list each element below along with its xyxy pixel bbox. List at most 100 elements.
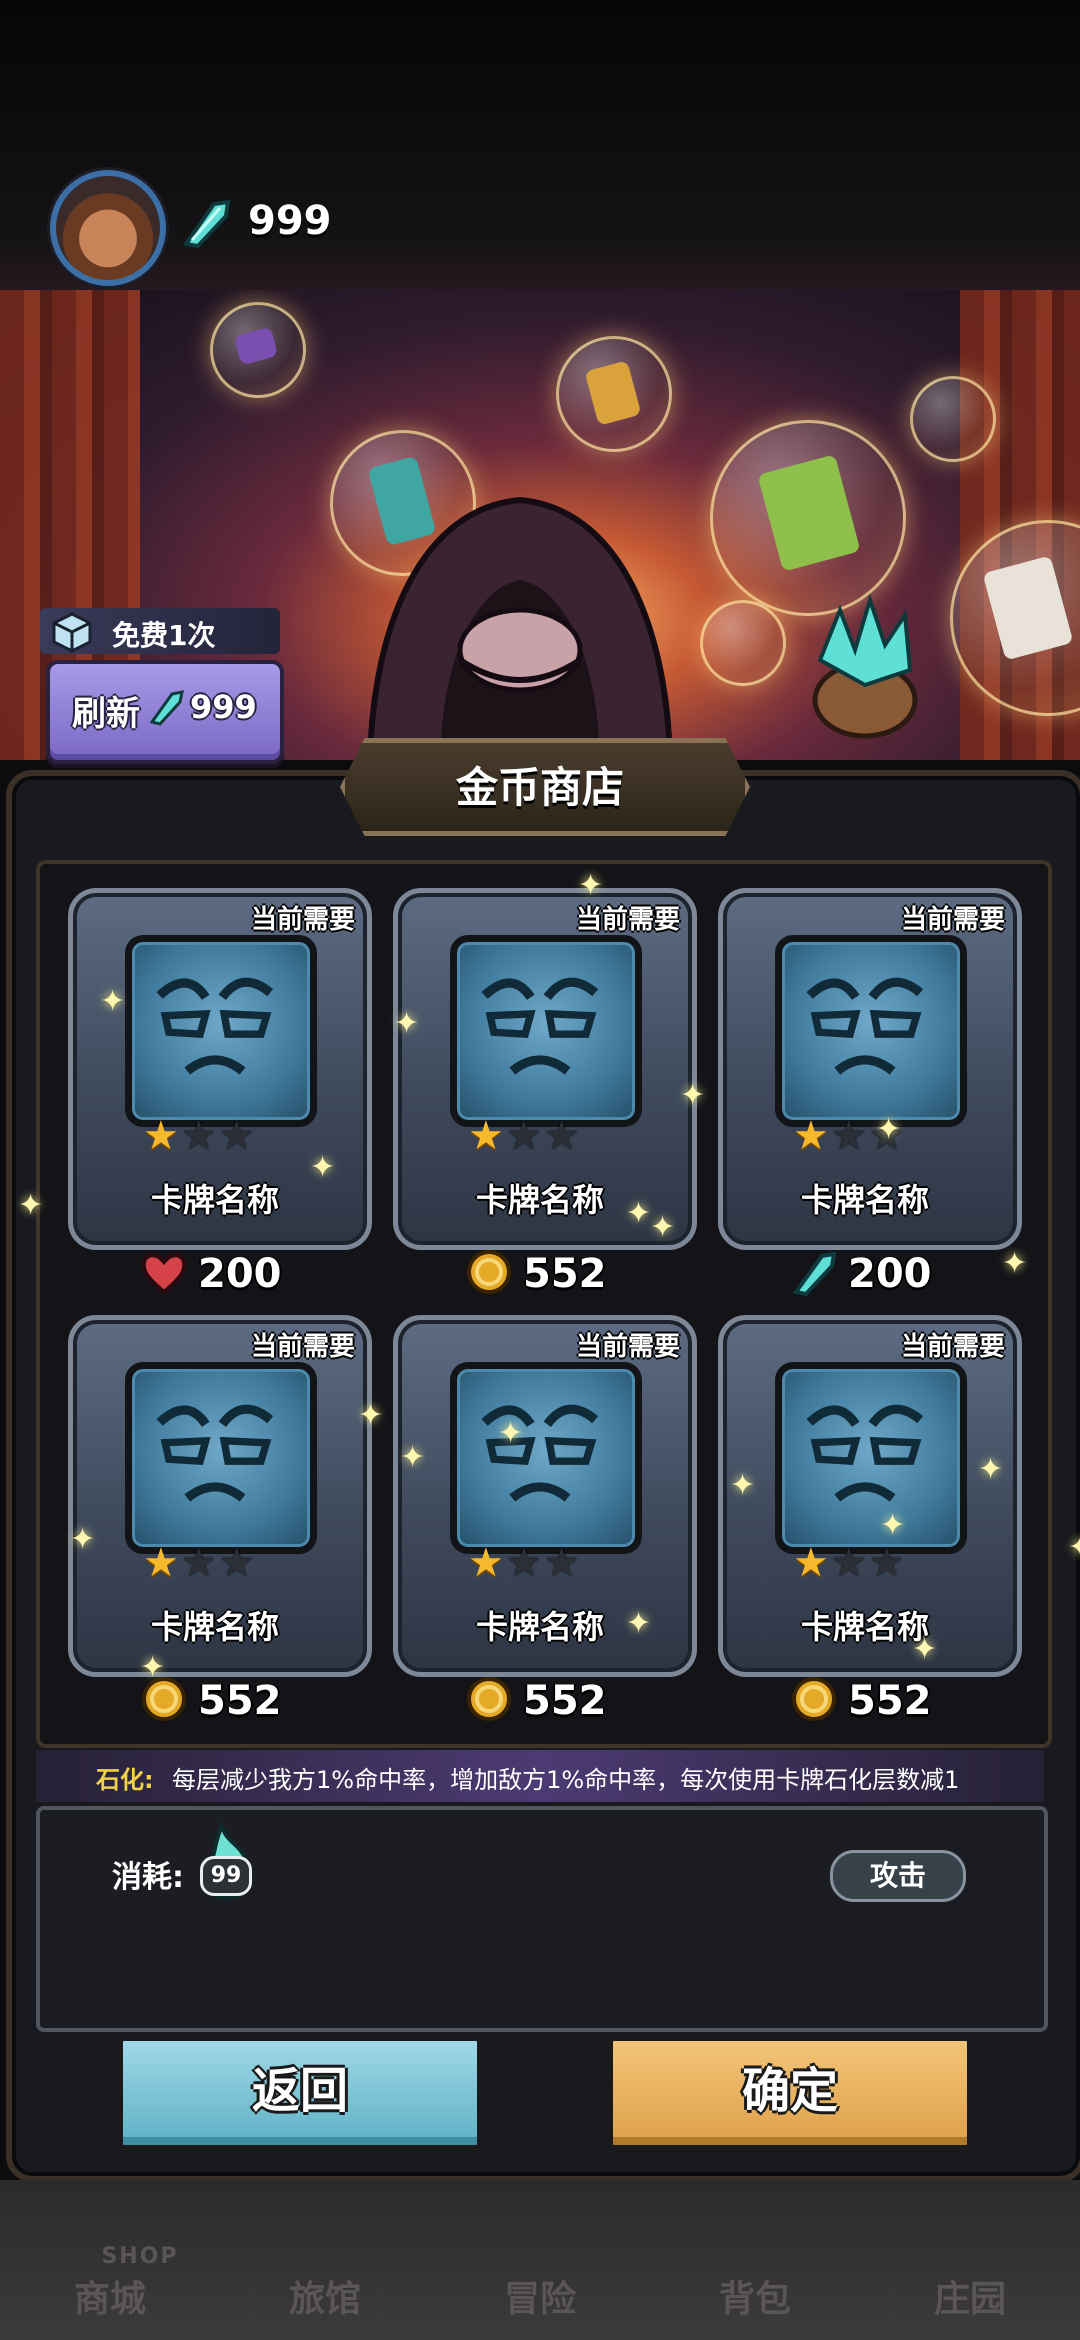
cost-box xyxy=(36,1806,1048,2032)
sparkle-icon: ✦ xyxy=(1068,1530,1080,1565)
sparkle-icon: ✦ xyxy=(730,1468,756,1503)
sparkle-icon: ✦ xyxy=(358,1398,384,1433)
crystal-bag-icon xyxy=(812,593,918,739)
refresh-cube-icon xyxy=(52,612,92,653)
effect-keyword: 石化: xyxy=(96,1766,154,1794)
star-empty-icon: ★ xyxy=(180,1113,219,1159)
nav-item-adventure[interactable]: 冒险 xyxy=(460,2270,620,2322)
shop-card[interactable]: 当前需要 ★★★ 卡牌名称 xyxy=(718,1315,1022,1677)
nav-item-shop[interactable]: 商城 xyxy=(30,2270,190,2322)
star-filled-icon: ★ xyxy=(468,1113,506,1159)
free-refresh-label: 免费1次 xyxy=(112,619,216,652)
card-price-value: 552 xyxy=(523,1678,607,1724)
attack-tag[interactable]: 攻击 xyxy=(830,1850,966,1902)
card-price: 200 xyxy=(140,1248,282,1300)
card-price-value: 200 xyxy=(848,1251,932,1297)
shop-card[interactable]: 当前需要 ★★★ 卡牌名称 xyxy=(68,888,372,1250)
sparkle-icon: ✦ xyxy=(310,1150,336,1185)
card-stars: ★★★ xyxy=(143,1113,257,1159)
star-empty-icon: ★ xyxy=(543,1113,582,1159)
sparkle-icon: ✦ xyxy=(578,868,604,903)
sparkle-icon: ✦ xyxy=(626,1606,652,1641)
sparkle-icon: ✦ xyxy=(18,1188,44,1223)
card-price: 552 xyxy=(465,1675,607,1727)
sparkle-icon: ✦ xyxy=(650,1210,676,1245)
gold-coin-icon xyxy=(790,1675,838,1727)
confirm-button[interactable]: 确定 xyxy=(608,2036,972,2150)
card-portrait xyxy=(775,935,967,1127)
cost-label: 消耗: xyxy=(112,1860,184,1895)
sparkle-icon: ✦ xyxy=(912,1632,938,1667)
star-empty-icon: ★ xyxy=(180,1540,219,1586)
refresh-button-label: 刷新 xyxy=(72,694,140,734)
cost-value: 99 xyxy=(200,1856,252,1896)
sparkle-icon: ✦ xyxy=(876,1112,902,1147)
hooded-shopkeeper xyxy=(367,496,673,760)
card-need-tag: 当前需要 xyxy=(250,1332,355,1362)
sparkle-icon: ✦ xyxy=(70,1522,96,1557)
gold-coin-icon xyxy=(465,1675,513,1727)
refresh-cost: 999 xyxy=(190,688,257,726)
player-avatar[interactable] xyxy=(50,170,166,286)
card-stars: ★★★ xyxy=(793,1540,907,1586)
card-price: 552 xyxy=(465,1248,607,1300)
floating-card-bubble xyxy=(710,420,906,616)
star-filled-icon: ★ xyxy=(793,1113,831,1159)
gem-count: 999 xyxy=(248,198,332,244)
nav-item-manor[interactable]: 庄园 xyxy=(890,2270,1050,2322)
floating-card-bubble xyxy=(910,376,996,462)
card-price: 200 xyxy=(790,1248,932,1300)
shop-card[interactable]: 当前需要 ★★★ 卡牌名称 xyxy=(68,1315,372,1677)
effect-description: 每层减少我方1%命中率，增加敌方1%命中率，每次使用卡牌石化层数减1 xyxy=(172,1766,960,1794)
nav-item-bag[interactable]: 背包 xyxy=(675,2270,835,2322)
star-filled-icon: ★ xyxy=(143,1540,181,1586)
crystal-gem-icon xyxy=(790,1248,838,1300)
star-filled-icon: ★ xyxy=(793,1540,831,1586)
card-name: 卡牌名称 xyxy=(150,1608,279,1646)
shop-card[interactable]: 当前需要 ★★★ 卡牌名称 xyxy=(718,888,1022,1250)
sparkle-icon: ✦ xyxy=(100,984,126,1019)
nav-item-inn[interactable]: 旅馆 xyxy=(245,2270,405,2322)
card-price: 552 xyxy=(790,1675,932,1727)
card-price-value: 200 xyxy=(198,1251,282,1297)
crystal-gem-icon xyxy=(182,199,231,249)
crystal-gem-icon xyxy=(149,690,184,726)
sparkle-icon: ✦ xyxy=(400,1440,426,1475)
card-need-tag: 当前需要 xyxy=(575,905,680,935)
card-need-tag: 当前需要 xyxy=(575,1332,680,1362)
heart-icon xyxy=(140,1248,188,1300)
card-portrait xyxy=(450,1362,642,1554)
shop-card[interactable]: 当前需要 ★★★ 卡牌名称 xyxy=(393,1315,697,1677)
card-portrait xyxy=(125,935,317,1127)
sparkle-icon: ✦ xyxy=(1002,1246,1028,1281)
star-empty-icon: ★ xyxy=(218,1113,257,1159)
star-empty-icon: ★ xyxy=(830,1113,869,1159)
star-filled-icon: ★ xyxy=(468,1540,506,1586)
sparkle-icon: ✦ xyxy=(978,1452,1004,1487)
card-name: 卡牌名称 xyxy=(800,1608,929,1646)
floating-card-bubble xyxy=(556,336,672,452)
card-portrait xyxy=(775,1362,967,1554)
card-stars: ★★★ xyxy=(468,1540,582,1586)
star-empty-icon: ★ xyxy=(830,1540,869,1586)
card-portrait xyxy=(450,935,642,1127)
shop-title: 金币商店 xyxy=(455,763,624,812)
card-need-tag: 当前需要 xyxy=(250,905,355,935)
card-name: 卡牌名称 xyxy=(800,1181,929,1219)
back-button[interactable]: 返回 xyxy=(118,2036,482,2150)
card-price-value: 552 xyxy=(198,1678,282,1724)
star-empty-icon: ★ xyxy=(543,1540,582,1586)
card-price-value: 552 xyxy=(848,1678,932,1724)
sparkle-icon: ✦ xyxy=(680,1078,706,1113)
sparkle-icon: ✦ xyxy=(880,1508,906,1543)
shop-card[interactable]: 当前需要 ★★★ 卡牌名称 xyxy=(393,888,697,1250)
card-price-value: 552 xyxy=(523,1251,607,1297)
card-stars: ★★★ xyxy=(468,1113,582,1159)
floating-card-bubble xyxy=(210,302,306,398)
top-bar xyxy=(0,0,1080,300)
star-filled-icon: ★ xyxy=(143,1113,181,1159)
sparkle-icon: ✦ xyxy=(498,1416,524,1451)
star-empty-icon: ★ xyxy=(505,1540,544,1586)
star-empty-icon: ★ xyxy=(505,1113,544,1159)
floating-card-bubble xyxy=(700,600,786,686)
